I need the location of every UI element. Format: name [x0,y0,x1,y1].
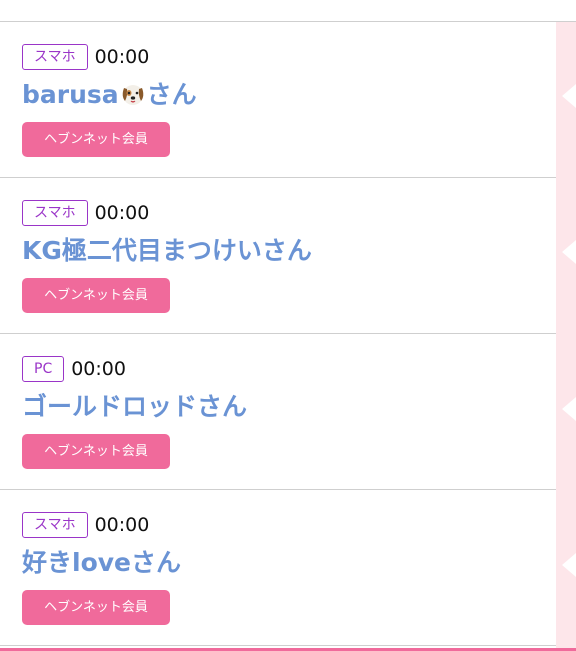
visit-time: 00:00 [94,514,150,536]
member-name[interactable]: 好きloveさん [22,547,556,579]
rail-notch [562,553,576,577]
member-name[interactable]: barusa さん [22,79,556,111]
rail-notch [562,397,576,421]
meta-line: スマホ 00:00 [22,44,556,70]
rail-notch [562,240,576,264]
list-item: PC 00:00 ゴールドロッドさん ヘブンネット会員 [0,334,556,490]
top-strip [0,0,576,22]
dog-face-icon [122,85,143,105]
member-name[interactable]: ゴールドロッドさん [22,391,556,423]
heaven-net-member-button[interactable]: ヘブンネット会員 [22,278,170,313]
honorific[interactable]: さん [262,236,312,265]
list-item: スマホ 00:00 KG極二代目まつけいさん ヘブンネット会員 [0,178,556,334]
list-item: スマホ 00:00 好きloveさん ヘブンネット会員 [0,490,556,646]
member-name-text[interactable]: ゴールドロッド [22,392,197,421]
honorific[interactable]: さん [197,392,247,421]
meta-line: PC 00:00 [22,356,556,382]
visit-time: 00:00 [94,202,150,224]
heaven-net-member-button[interactable]: ヘブンネット会員 [22,122,170,157]
member-name[interactable]: KG極二代目まつけいさん [22,235,556,267]
heaven-net-member-button[interactable]: ヘブンネット会員 [22,434,170,469]
meta-line: スマホ 00:00 [22,200,556,226]
member-name-text[interactable]: 好きlove [22,548,131,577]
visit-time: 00:00 [71,358,126,380]
rail-notch [562,84,576,108]
honorific[interactable]: さん [131,548,181,577]
device-badge: PC [22,356,65,382]
visit-time: 00:00 [94,46,150,68]
member-name-text[interactable]: KG極二代目まつけい [22,236,262,265]
device-badge: スマホ [22,44,88,70]
right-side-rail [556,22,576,651]
list-item: スマホ 00:00 barusa さん ヘブンネット会員 [0,22,556,178]
honorific[interactable]: さん [147,80,197,109]
device-badge: スマホ [22,200,88,226]
meta-line: スマホ 00:00 [22,512,556,538]
member-list: スマホ 00:00 barusa さん ヘブンネット会員 スマホ 00:00 K… [0,22,556,646]
member-name-text[interactable]: barusa [22,80,119,109]
device-badge: スマホ [22,512,88,538]
heaven-net-member-button[interactable]: ヘブンネット会員 [22,590,170,625]
